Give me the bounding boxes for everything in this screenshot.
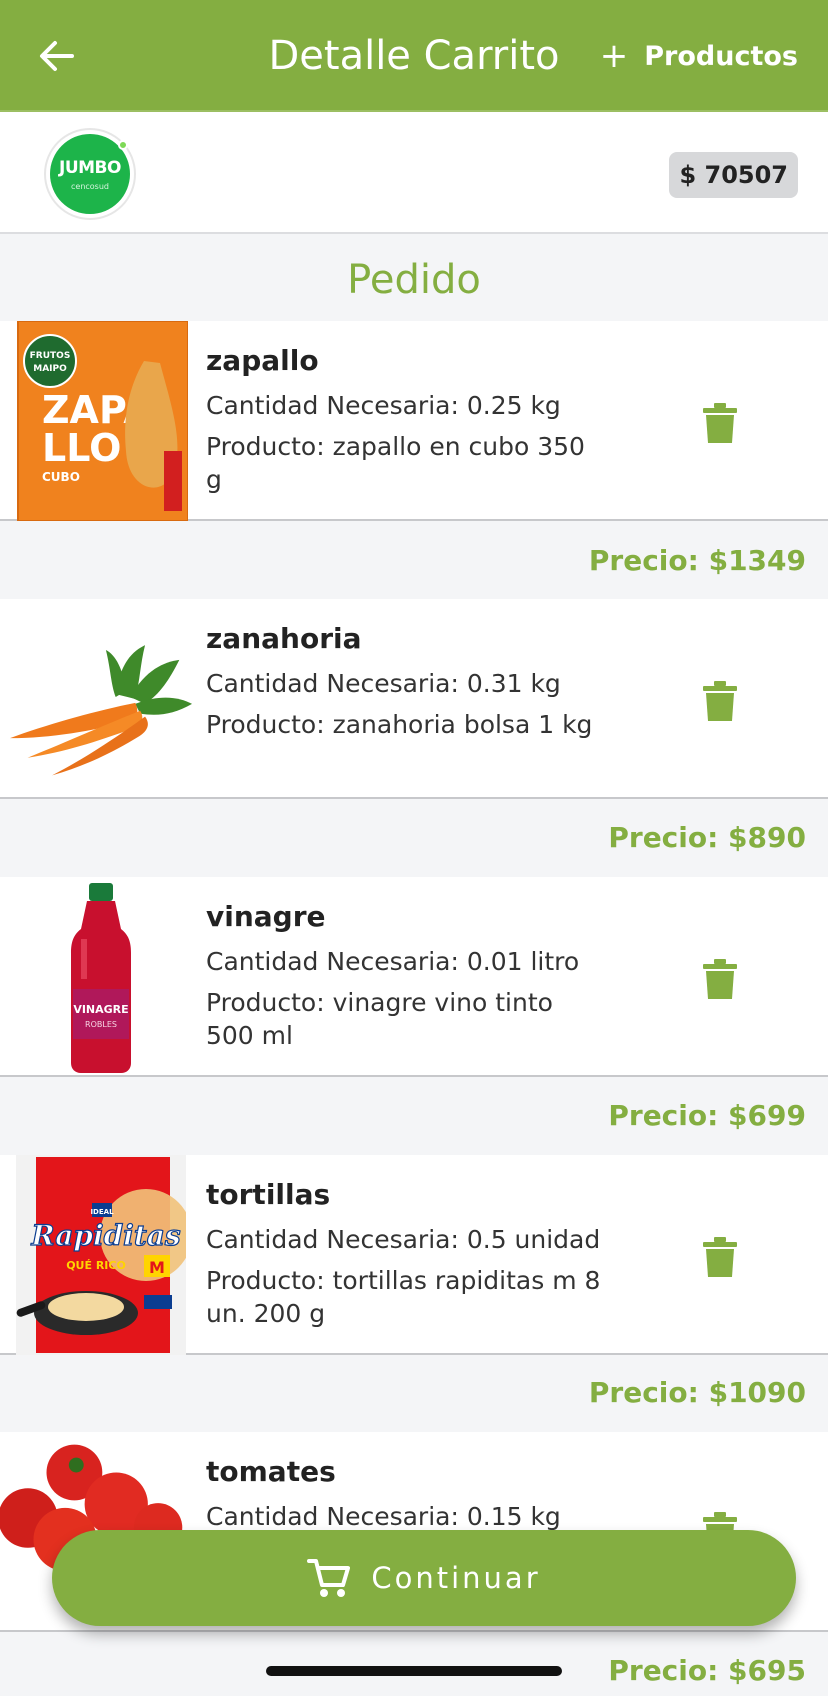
item-quantity: Cantidad Necesaria: 0.25 kg xyxy=(206,391,561,420)
svg-text:IDEAL: IDEAL xyxy=(90,1208,114,1216)
item-price: Precio: $1349 xyxy=(588,544,806,577)
item-name: tomates xyxy=(206,1455,336,1488)
item-quantity: Cantidad Necesaria: 0.31 kg xyxy=(206,669,561,698)
svg-text:VINAGRE: VINAGRE xyxy=(73,1003,128,1016)
item-price: Precio: $695 xyxy=(608,1654,806,1687)
shopping-cart-icon xyxy=(307,1559,351,1597)
section-title: Pedido xyxy=(347,257,481,303)
item-info: tortillas Cantidad Necesaria: 0.5 unidad… xyxy=(206,1175,606,1330)
item-price: Precio: $1090 xyxy=(588,1376,806,1409)
store-logo-sub: cencosud xyxy=(71,181,109,191)
item-quantity: Cantidad Necesaria: 0.5 unidad xyxy=(206,1225,601,1254)
add-products-label: Productos xyxy=(644,40,798,72)
item-info: zanahoria Cantidad Necesaria: 0.31 kg Pr… xyxy=(206,619,606,741)
add-products-button[interactable]: + Productos xyxy=(600,34,798,78)
app-header: Detalle Carrito + Productos xyxy=(0,0,828,112)
item-quantity: Cantidad Necesaria: 0.15 kg xyxy=(206,1502,561,1531)
arrow-left-icon xyxy=(40,41,74,71)
product-image xyxy=(8,599,194,799)
plus-icon: + xyxy=(599,36,629,76)
svg-text:Rapiditas: Rapiditas xyxy=(30,1219,181,1252)
svg-text:FRUTOS: FRUTOS xyxy=(30,351,71,361)
trash-icon[interactable] xyxy=(702,1237,738,1277)
cart-item: VINAGRE ROBLES vinagre Cantidad Necesari… xyxy=(0,877,828,1077)
item-quantity: Cantidad Necesaria: 0.01 litro xyxy=(206,947,580,976)
product-image: VINAGRE ROBLES xyxy=(8,877,194,1077)
svg-text:LLO: LLO xyxy=(42,426,121,470)
item-product: Producto: tortillas rapiditas m 8 un. 20… xyxy=(206,1266,601,1328)
cart-item: IDEAL Rapiditas QUÉ RICO M tortillas Can… xyxy=(0,1155,828,1355)
svg-text:ROBLES: ROBLES xyxy=(85,1020,117,1029)
continue-button[interactable]: Continuar xyxy=(52,1530,796,1626)
item-name: tortillas xyxy=(206,1178,331,1211)
product-image: IDEAL Rapiditas QUÉ RICO M xyxy=(8,1155,194,1355)
item-name: zanahoria xyxy=(206,622,362,655)
item-name: vinagre xyxy=(206,900,326,933)
product-image: FRUTOS MAIPO ZAPA LLO CUBO xyxy=(8,321,194,521)
cart-item: FRUTOS MAIPO ZAPA LLO CUBO zapallo Canti… xyxy=(0,321,828,521)
store-logo-text: JUMBO xyxy=(59,157,121,178)
svg-text:M: M xyxy=(149,1258,165,1277)
item-price: Precio: $890 xyxy=(608,821,806,854)
store-bar: JUMBO cencosud $ 70507 xyxy=(0,112,828,234)
item-info: zapallo Cantidad Necesaria: 0.25 kg Prod… xyxy=(206,341,606,496)
svg-text:MAIPO: MAIPO xyxy=(33,364,67,374)
back-button[interactable] xyxy=(30,30,82,82)
svg-text:QUÉ RICO: QUÉ RICO xyxy=(66,1259,126,1272)
item-product: Producto: zanahoria bolsa 1 kg xyxy=(206,710,593,739)
page-title: Detalle Carrito xyxy=(268,33,560,79)
item-name: zapallo xyxy=(206,344,319,377)
continue-label: Continuar xyxy=(371,1561,541,1595)
trash-icon[interactable] xyxy=(702,403,738,443)
trash-icon[interactable] xyxy=(702,959,738,999)
item-price: Precio: $699 xyxy=(608,1099,806,1132)
item-product: Producto: vinagre vino tinto 500 ml xyxy=(206,988,553,1050)
item-info: tomates Cantidad Necesaria: 0.15 kg xyxy=(206,1452,606,1533)
item-info: vinagre Cantidad Necesaria: 0.01 litro P… xyxy=(206,897,606,1052)
home-indicator xyxy=(266,1666,562,1676)
cart-item: zanahoria Cantidad Necesaria: 0.31 kg Pr… xyxy=(0,599,828,799)
cart-total-badge: $ 70507 xyxy=(669,152,798,198)
svg-text:CUBO: CUBO xyxy=(42,470,80,484)
store-logo: JUMBO cencosud xyxy=(46,130,134,218)
item-product: Producto: zapallo en cubo 350 g xyxy=(206,432,585,494)
trash-icon[interactable] xyxy=(702,681,738,721)
